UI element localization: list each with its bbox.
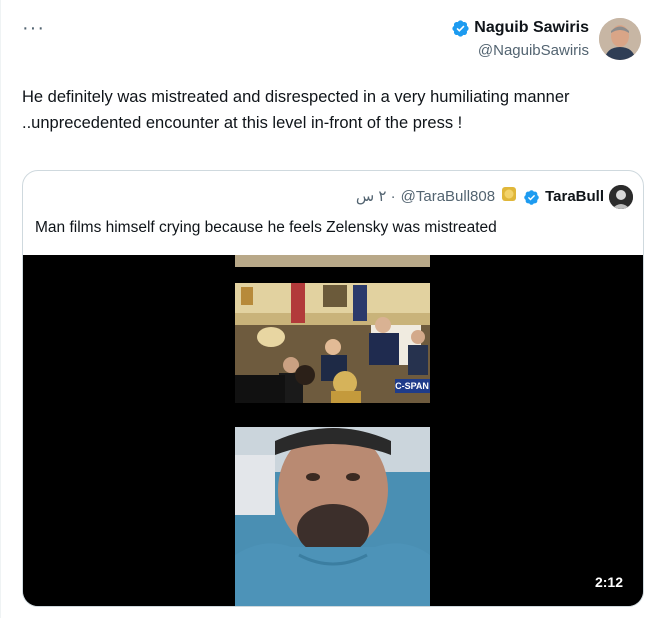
quoted-tweet-text: Man films himself crying because he feel…: [35, 219, 497, 236]
tweet-header: Naguib Sawiris @NaguibSawiris: [451, 18, 641, 62]
author-handle[interactable]: @NaguibSawiris: [451, 40, 589, 62]
quoted-tweet-header: ٢ س · @TaraBull808 TaraBull: [356, 185, 633, 209]
divider: [0, 0, 1, 618]
video-frame-meeting: C-SPAN: [235, 283, 430, 403]
tweet-text-line: He definitely was mistreated and disresp…: [22, 88, 570, 106]
author-display-name[interactable]: Naguib Sawiris: [451, 18, 589, 38]
author-name: Naguib Sawiris: [474, 19, 589, 36]
badge-icon: [500, 185, 518, 209]
author-avatar[interactable]: [599, 18, 641, 60]
quoted-tweet-author-name[interactable]: TaraBull: [545, 187, 604, 207]
more-options-icon[interactable]: ···: [22, 18, 45, 38]
tweet-text: He definitely was mistreated and disresp…: [22, 84, 652, 136]
verified-badge-icon: [451, 19, 470, 38]
cspan-logo: C-SPAN: [395, 381, 429, 391]
video-frame-selfie: [235, 427, 430, 606]
quoted-tweet-handle[interactable]: @TaraBull808: [401, 187, 495, 207]
quoted-tweet[interactable]: ٢ س · @TaraBull808 TaraBull Man films hi…: [22, 170, 644, 607]
quoted-tweet-time[interactable]: ٢ س ·: [356, 187, 396, 207]
tweet-text-line: ..unprecedented encounter at this level …: [22, 114, 463, 132]
video-player[interactable]: C-SPAN 2:12: [23, 255, 643, 606]
quoted-tweet-avatar[interactable]: [609, 185, 633, 209]
author-names: Naguib Sawiris @NaguibSawiris: [451, 18, 589, 62]
video-duration: 2:12: [594, 574, 623, 590]
video-thumbnail: C-SPAN: [23, 255, 643, 606]
verified-badge-icon: [523, 189, 540, 206]
